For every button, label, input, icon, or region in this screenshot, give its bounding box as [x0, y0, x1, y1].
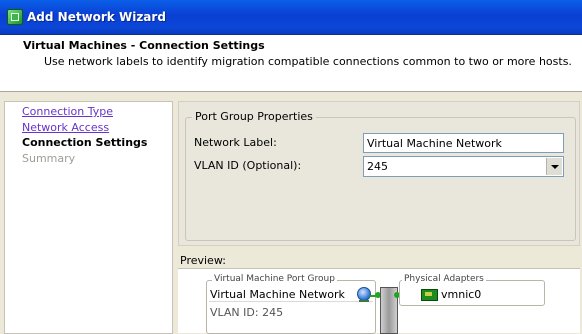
network-wizard-icon: [7, 9, 23, 25]
vlan-id-value: 245: [367, 160, 388, 173]
title-bar[interactable]: Add Network Wizard: [0, 0, 582, 35]
physical-adapters-legend: Physical Adapters: [402, 274, 486, 284]
page-description: Use network labels to identify migration…: [44, 55, 572, 68]
vm-box-divider: [209, 301, 373, 302]
vm-vlan-text: VLAN ID: 245: [210, 306, 284, 319]
preview-label: Preview:: [180, 254, 226, 267]
vlan-id-label: VLAN ID (Optional):: [194, 159, 302, 172]
window-title: Add Network Wizard: [27, 10, 166, 24]
step-summary: Summary: [22, 152, 76, 165]
network-label-label: Network Label:: [194, 136, 277, 149]
page-title: Virtual Machines - Connection Settings: [23, 39, 265, 52]
network-label-input[interactable]: [363, 133, 564, 153]
step-connection-type[interactable]: Connection Type: [22, 105, 113, 118]
step-connection-settings: Connection Settings: [22, 136, 148, 149]
nic-icon: [421, 289, 438, 301]
vlan-id-select[interactable]: 245: [363, 156, 564, 177]
chevron-down-icon[interactable]: [546, 158, 562, 175]
vm-port-group-legend: Virtual Machine Port Group: [212, 274, 337, 284]
vm-network-icon: [357, 287, 371, 301]
vm-network-icon-base: [359, 300, 369, 302]
wizard-header: Virtual Machines - Connection Settings U…: [0, 35, 582, 92]
adapter-name: vmnic0: [441, 288, 482, 301]
step-network-access[interactable]: Network Access: [22, 121, 109, 134]
vm-network-name: Virtual Machine Network: [210, 288, 345, 301]
port-group-properties-legend: Port Group Properties: [192, 110, 316, 123]
